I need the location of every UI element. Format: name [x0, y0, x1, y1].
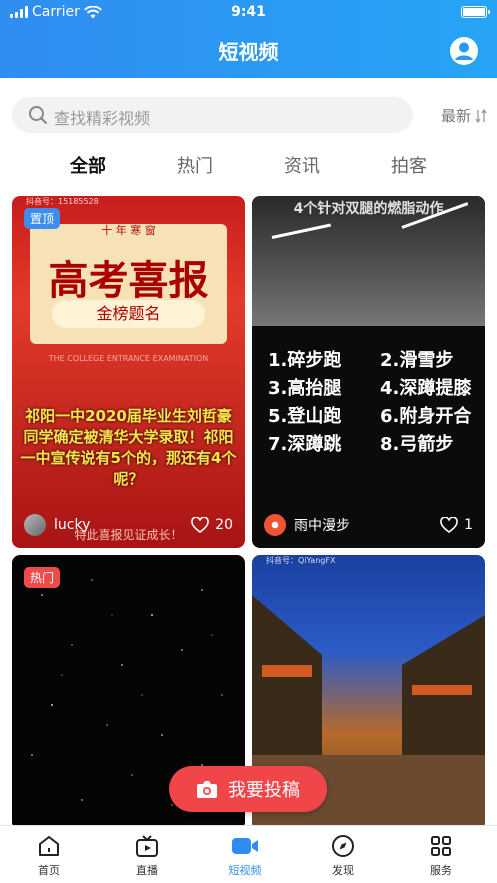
- tabbar-service[interactable]: 服务: [411, 834, 471, 878]
- app-header: Carrier 9:41 短视频: [0, 0, 497, 78]
- like-count: 20: [215, 517, 233, 533]
- tabbar-home[interactable]: 首页: [19, 834, 79, 878]
- like-button[interactable]: 20: [191, 517, 233, 533]
- tabbar-short-video[interactable]: 短视频: [215, 834, 275, 878]
- move-item: 4.深蹲提膝: [380, 378, 472, 399]
- battery-icon: [461, 6, 490, 18]
- like-count: 1: [464, 517, 473, 533]
- video-caption: 祁阳一中2020届毕业生刘哲豪同学确定被清华大学录取！祁阳一中宣传说有5个的，那…: [20, 407, 237, 488]
- sort-icon: [475, 108, 487, 123]
- move-item: 6.附身开合: [380, 406, 472, 427]
- author-name: lucky: [54, 517, 91, 533]
- search-icon: [29, 106, 47, 124]
- tab-all[interactable]: 全部: [48, 152, 128, 178]
- sort-button[interactable]: 最新: [441, 105, 487, 126]
- tv-icon: [136, 835, 158, 857]
- page-title: 短视频: [218, 40, 279, 64]
- tab-paike[interactable]: 拍客: [369, 152, 449, 178]
- status-time: 9:41: [231, 4, 266, 20]
- search-row: 查找精彩视频 最新: [12, 97, 487, 133]
- tabbar-label: 直播: [136, 864, 158, 877]
- category-tabs: 全部 热门 资讯 拍客: [0, 152, 497, 182]
- move-item: 3.高抬腿: [268, 378, 342, 399]
- tabbar-discover[interactable]: 发现: [313, 834, 373, 878]
- video-camera-icon: [232, 838, 258, 854]
- submit-video-label: 我要投稿: [228, 780, 300, 801]
- video-card[interactable]: 4个针对双腿的燃脂动作 1.碎步跑 2.滑雪步 3.高抬腿 4.深蹲提膝 5.登…: [252, 196, 485, 548]
- watermark: 抖音号：QiYangFX: [266, 556, 336, 565]
- tab-news[interactable]: 资讯: [262, 152, 342, 178]
- home-icon: [39, 836, 59, 856]
- sort-label: 最新: [440, 107, 471, 125]
- heart-icon: [440, 517, 458, 533]
- tabbar-label: 短视频: [228, 864, 262, 877]
- move-item: 8.弓箭步: [380, 434, 454, 455]
- move-item: 7.深蹲跳: [268, 434, 342, 455]
- tabbar-label: 首页: [38, 864, 60, 877]
- poster-title: 高考喜报: [48, 257, 209, 304]
- like-button[interactable]: 1: [440, 517, 473, 533]
- user-circle-icon[interactable]: [449, 36, 479, 66]
- avatar: [264, 514, 286, 536]
- move-item: 2.滑雪步: [380, 350, 454, 371]
- bottom-tab-bar: 首页 直播 短视频 发现 服务: [0, 825, 497, 883]
- video-card[interactable]: 抖音号：15185528 十 年 寒 窗 高考喜报 金榜题名 THE COLLE…: [12, 196, 245, 548]
- author-name: 雨中漫步: [294, 518, 350, 534]
- avatar: [24, 514, 46, 536]
- poster-english: THE COLLEGE ENTRANCE EXAMINATION: [48, 354, 209, 363]
- move-item: 1.碎步跑: [268, 350, 342, 371]
- hot-badge: 热门: [24, 567, 61, 588]
- poster-band: 金榜题名: [52, 300, 205, 328]
- submit-video-button[interactable]: 我要投稿: [169, 766, 327, 812]
- tabbar-label: 服务: [430, 864, 452, 877]
- status-bar: Carrier 9:41: [0, 0, 497, 26]
- card-footer: 雨中漫步 1: [252, 502, 485, 548]
- video-heading: 4个针对双腿的燃脂动作: [293, 201, 444, 217]
- tabbar-label: 发现: [332, 864, 354, 877]
- card-footer: lucky 20: [12, 502, 245, 548]
- tabbar-live[interactable]: 直播: [117, 834, 177, 878]
- grid-icon: [431, 836, 451, 856]
- search-input[interactable]: 查找精彩视频: [12, 97, 413, 133]
- compass-icon: [332, 835, 354, 857]
- camera-icon: [197, 781, 217, 798]
- search-placeholder: 查找精彩视频: [54, 109, 151, 128]
- tab-hot[interactable]: 热门: [155, 152, 235, 178]
- move-item: 5.登山跑: [268, 406, 342, 427]
- pinned-badge: 置顶: [24, 208, 61, 229]
- watermark: 抖音号：15185528: [26, 197, 99, 206]
- heart-icon: [191, 517, 209, 533]
